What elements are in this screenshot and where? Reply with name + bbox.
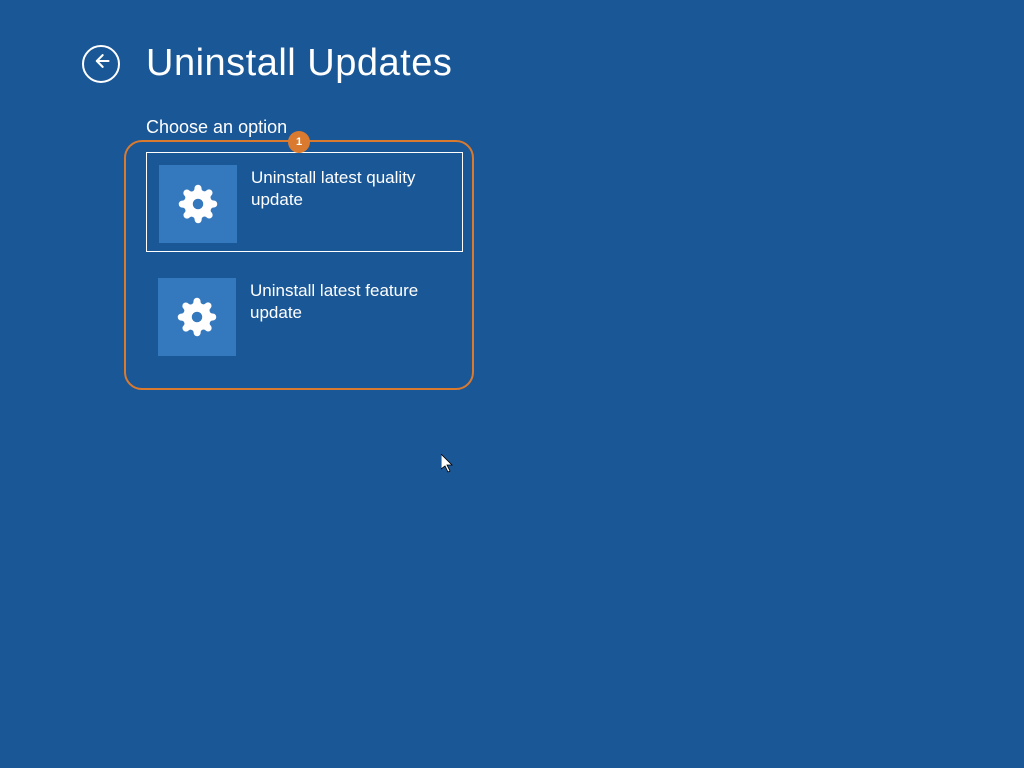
choose-option-subtitle: Choose an option (0, 85, 1024, 138)
page-title: Uninstall Updates (146, 42, 452, 85)
back-arrow-icon (91, 51, 111, 76)
callout-highlight: 1 (124, 140, 474, 390)
back-button[interactable] (82, 45, 120, 83)
mouse-cursor-icon (441, 454, 457, 474)
callout-badge: 1 (288, 131, 310, 153)
